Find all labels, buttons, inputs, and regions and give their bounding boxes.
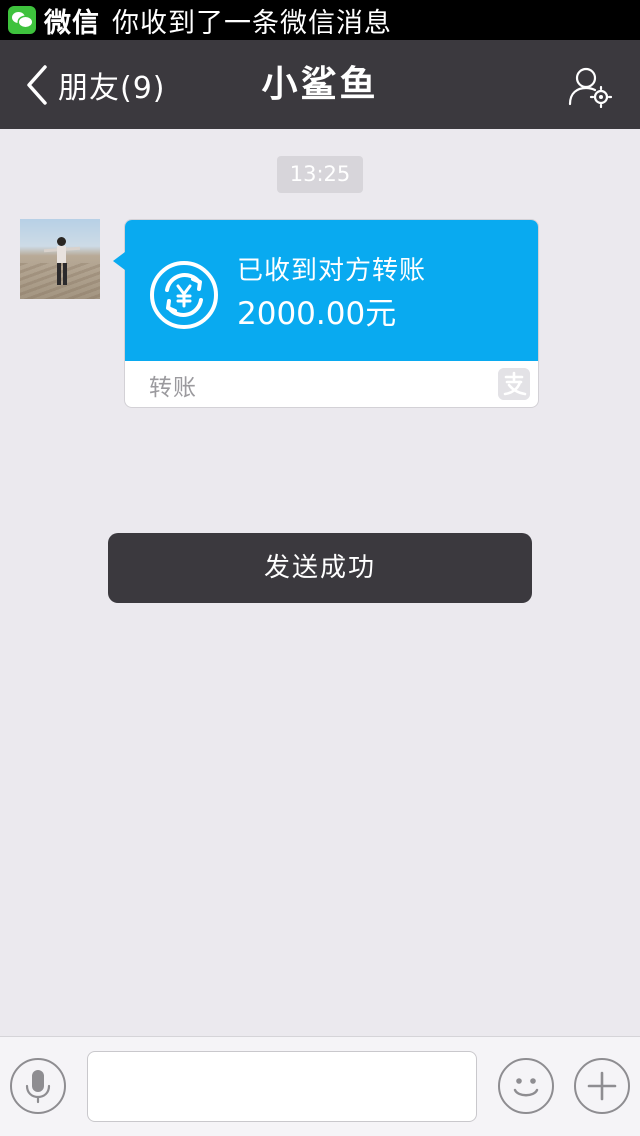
notification-banner[interactable]: 微信 你收到了一条微信消息 <box>0 0 640 40</box>
voice-input-button[interactable] <box>10 1058 66 1114</box>
microphone-icon <box>25 1070 51 1104</box>
message-input[interactable] <box>87 1051 477 1122</box>
message-timestamp: 13:25 <box>277 156 363 193</box>
bubble-tail <box>113 252 125 270</box>
chat-input-bar <box>0 1036 640 1136</box>
transfer-message-bubble[interactable]: 已收到对方转账 2000.00元 转账 <box>113 219 539 408</box>
more-button[interactable] <box>574 1058 630 1114</box>
transfer-status: 已收到对方转账 <box>237 256 427 286</box>
transfer-card-header: 已收到对方转账 2000.00元 <box>125 220 538 361</box>
plus-icon <box>587 1071 617 1101</box>
transfer-amount: 2000.00元 <box>237 296 397 332</box>
back-label: 朋友(9) <box>58 70 166 106</box>
notification-message: 你收到了一条微信消息 <box>112 7 392 39</box>
emoji-button[interactable] <box>498 1058 554 1114</box>
user-avatar[interactable] <box>20 219 100 299</box>
back-button[interactable]: 朋友(9) <box>26 40 166 129</box>
smiley-icon <box>513 1078 539 1097</box>
user-settings-icon[interactable] <box>568 64 612 108</box>
yuan-transfer-icon <box>150 261 218 329</box>
chevron-left-icon <box>27 64 47 105</box>
alipay-icon <box>498 368 530 400</box>
send-success-toast: 发送成功 <box>108 533 532 603</box>
navigation-bar: 朋友(9) 小鲨鱼 <box>0 40 640 129</box>
transfer-footer-label: 转账 <box>149 375 197 401</box>
wechat-icon <box>8 6 36 34</box>
notification-app-name: 微信 <box>44 7 100 39</box>
